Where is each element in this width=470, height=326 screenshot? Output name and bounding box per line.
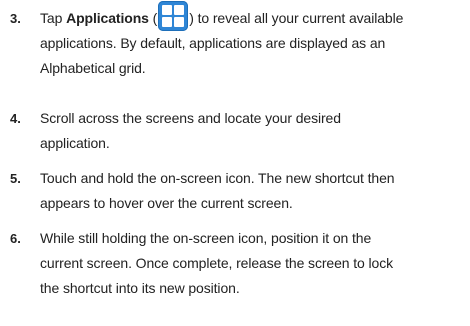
step-number: 3.	[10, 11, 21, 26]
step-line: Scroll across the screens and locate you…	[40, 110, 341, 126]
step-text-after: ) to reveal all your current available	[189, 10, 404, 26]
step-number: 5.	[10, 171, 21, 186]
applications-grid-icon	[158, 1, 189, 32]
step-line: application.	[40, 135, 110, 151]
step-line: appears to hover over the current screen…	[40, 195, 293, 211]
step-line: current screen. Once complete, release t…	[40, 255, 394, 271]
step-line: Touch and hold the on-screen icon. The n…	[40, 170, 395, 186]
step-text: While still holding the on-screen icon, …	[40, 226, 465, 301]
step-line: applications. By default, applications a…	[40, 35, 386, 52]
step-number: 4.	[10, 111, 21, 126]
step-number: 6.	[10, 231, 21, 246]
step-text: Tap Applications ( ) to reveal all your c…	[40, 1, 465, 81]
step-line: Alphabetical grid.	[40, 60, 146, 77]
step-text: Touch and hold the on-screen icon. The n…	[40, 166, 465, 216]
paren-open: (	[148, 10, 158, 26]
step-text-before: Tap	[40, 10, 67, 26]
step-line: the shortcut into its new position.	[40, 280, 240, 296]
step-text: Scroll across the screens and locate you…	[40, 106, 465, 156]
step-line: While still holding the on-screen icon, …	[40, 230, 372, 246]
applications-label: Applications	[66, 10, 149, 26]
step-line: Tap Applications ( ) to reveal all your c…	[40, 1, 465, 32]
